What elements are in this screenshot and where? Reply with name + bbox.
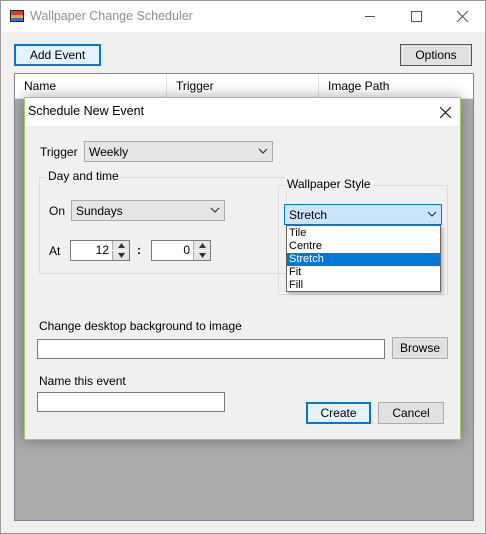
caret-down-icon [117,253,125,258]
wallpaper-style-dropdown-list[interactable]: Tile Centre Stretch Fit Fill [286,225,441,292]
wallpaper-style-group-title: Wallpaper Style [285,177,373,191]
create-button[interactable]: Create [306,402,371,424]
day-select-value: Sundays [76,204,123,218]
time-separator: : [137,243,141,257]
options-button[interactable]: Options [400,44,472,66]
dropdown-option-centre[interactable]: Centre [287,240,440,253]
trigger-select[interactable]: Weekly [84,141,273,162]
title-bar[interactable]: Wallpaper Change Scheduler [1,1,485,32]
wallpaper-style-value: Stretch [289,208,328,222]
dropdown-option-fit[interactable]: Fit [287,266,440,279]
minute-stepper[interactable]: 0 [151,240,211,261]
dialog-close-button[interactable] [431,98,460,126]
trigger-label: Trigger [40,145,78,159]
event-name-label: Name this event [39,374,126,388]
window-title: Wallpaper Change Scheduler [30,9,193,23]
add-event-button[interactable]: Add Event [14,44,101,66]
on-label: On [49,204,66,218]
cancel-button[interactable]: Cancel [378,402,444,424]
wallpaper-style-select[interactable]: Stretch [284,204,442,225]
minute-down-button[interactable] [193,251,210,260]
chevron-down-icon [210,207,220,213]
dropdown-option-stretch[interactable]: Stretch [287,253,440,266]
maximize-icon [410,11,422,22]
close-button[interactable] [439,1,485,32]
day-select[interactable]: Sundays [71,200,225,221]
column-header-image-path[interactable]: Image Path [319,74,473,99]
at-label: At [49,244,61,258]
hour-down-button[interactable] [112,251,129,260]
minute-up-button[interactable] [193,241,210,250]
trigger-select-value: Weekly [89,145,129,159]
browse-button[interactable]: Browse [392,337,448,359]
chevron-down-icon [258,148,268,154]
maximize-button[interactable] [393,1,439,32]
event-name-input[interactable] [37,392,225,412]
dropdown-option-fill[interactable]: Fill [287,279,440,292]
hour-up-button[interactable] [112,241,129,250]
dialog-title-bar[interactable]: Schedule New Event [25,98,460,126]
day-and-time-group-title: Day and time [46,169,121,183]
dialog-title: Schedule New Event [28,104,145,118]
minute-value: 0 [183,243,190,257]
hour-stepper[interactable]: 12 [70,240,130,261]
close-icon [440,106,451,118]
caret-up-icon [198,243,206,248]
column-header-trigger[interactable]: Trigger [167,74,319,99]
caret-up-icon [117,243,125,248]
minimize-button[interactable] [347,1,393,32]
image-path-input[interactable] [37,339,385,359]
chevron-down-icon [427,211,437,217]
list-header: Name Trigger Image Path [15,74,473,99]
caret-down-icon [198,253,206,258]
app-icon [10,9,24,23]
column-header-name[interactable]: Name [15,74,167,99]
image-label: Change desktop background to image [39,319,242,333]
hour-value: 12 [95,243,109,257]
minimize-icon [364,16,375,17]
close-icon [456,11,468,22]
dropdown-option-tile[interactable]: Tile [287,227,440,240]
